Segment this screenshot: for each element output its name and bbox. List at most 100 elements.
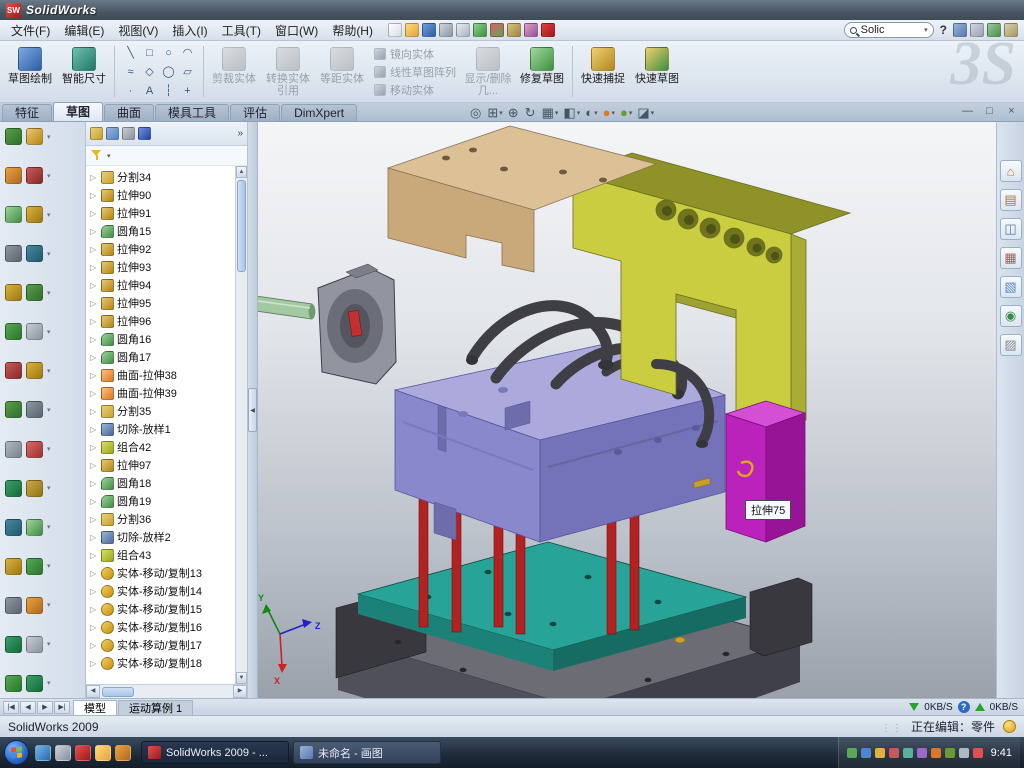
- expand-arrow-icon[interactable]: [90, 227, 98, 236]
- expand-arrow-icon[interactable]: [90, 389, 98, 398]
- graphics-viewport[interactable]: Y Z X 拉伸75: [258, 122, 996, 698]
- menu-item[interactable]: 视图(V): [111, 20, 165, 41]
- tray-icon[interactable]: [973, 748, 983, 758]
- menu-item[interactable]: 帮助(H): [325, 20, 380, 41]
- expand-arrow-icon[interactable]: [90, 173, 98, 182]
- solidworks-launcher-icon[interactable]: [75, 745, 91, 761]
- command-tab[interactable]: 草图: [53, 102, 103, 121]
- flyout-arrow-icon[interactable]: ▾: [47, 367, 51, 375]
- tree-item[interactable]: 拉伸94: [88, 276, 233, 294]
- new-document-icon[interactable]: [388, 23, 402, 37]
- left-tool-icon[interactable]: [5, 128, 22, 145]
- centerline-tool[interactable]: ┆: [159, 81, 178, 100]
- design-library-icon[interactable]: ▤: [1000, 189, 1022, 211]
- left-tool-icon-2[interactable]: [26, 284, 43, 301]
- view-orientation-icon[interactable]: ▦ ▾: [540, 104, 561, 121]
- filter-caret-icon[interactable]: ▾: [107, 152, 111, 160]
- tree-item[interactable]: 实体-移动/复制18: [88, 654, 233, 672]
- expand-arrow-icon[interactable]: [90, 371, 98, 380]
- expand-arrow-icon[interactable]: [90, 245, 98, 254]
- expand-arrow-icon[interactable]: [90, 443, 98, 452]
- tree-item[interactable]: 圆角15: [88, 222, 233, 240]
- expand-arrow-icon[interactable]: [90, 299, 98, 308]
- left-tool-icon[interactable]: [5, 441, 22, 458]
- left-toolbar-item[interactable]: ▾: [2, 636, 83, 653]
- left-toolbar-item[interactable]: ▾: [2, 675, 83, 692]
- file-explorer-icon[interactable]: ◫: [1000, 218, 1022, 240]
- expand-arrow-icon[interactable]: [90, 461, 98, 470]
- tree-item[interactable]: 拉伸96: [88, 312, 233, 330]
- left-tool-icon-2[interactable]: [26, 401, 43, 418]
- green-rod[interactable]: [258, 292, 315, 319]
- pan-icon[interactable]: ⊕: [506, 104, 522, 121]
- expand-arrow-icon[interactable]: [90, 497, 98, 506]
- left-tool-icon[interactable]: [5, 167, 22, 184]
- tree-item[interactable]: 切除-放样2: [88, 528, 233, 546]
- net-help-icon[interactable]: ?: [958, 701, 970, 713]
- left-tool-icon-2[interactable]: [26, 675, 43, 692]
- tree-item[interactable]: 实体-移动/复制13: [88, 564, 233, 582]
- left-toolbar-item[interactable]: ▾: [2, 245, 83, 262]
- rotate-view-icon[interactable]: ↻: [523, 104, 539, 121]
- apply-scene-icon[interactable]: ● ▾: [618, 104, 634, 121]
- internet-resources-icon[interactable]: ◉: [1000, 305, 1022, 327]
- tree-item[interactable]: 圆角16: [88, 330, 233, 348]
- appearances-icon[interactable]: ▧: [1000, 276, 1022, 298]
- hide-show-items-icon[interactable]: ◐ ▾: [583, 104, 599, 121]
- left-tool-icon-2[interactable]: [26, 636, 43, 653]
- left-tool-icon[interactable]: [5, 401, 22, 418]
- left-tool-icon-2[interactable]: [26, 323, 43, 340]
- toolbar-options-icon[interactable]: [953, 23, 967, 37]
- quick-snaps-button[interactable]: 快速捕捉: [577, 43, 629, 100]
- show-desktop-icon[interactable]: [55, 745, 71, 761]
- left-toolbar-item[interactable]: ▾: [2, 206, 83, 223]
- tree-item[interactable]: 曲面-拉伸38: [88, 366, 233, 384]
- arc-tool[interactable]: ◠: [178, 43, 197, 62]
- left-tool-icon-2[interactable]: [26, 206, 43, 223]
- command-tab[interactable]: DimXpert: [281, 104, 357, 121]
- scroll-right-arrow-icon[interactable]: [233, 685, 247, 698]
- expand-arrow-icon[interactable]: [90, 407, 98, 416]
- expand-arrow-icon[interactable]: [90, 659, 98, 668]
- expand-arrow-icon[interactable]: [90, 533, 98, 542]
- custom-properties-icon[interactable]: ▨: [1000, 334, 1022, 356]
- tray-icon[interactable]: [959, 748, 969, 758]
- left-tool-icon[interactable]: [5, 636, 22, 653]
- flyout-arrow-icon[interactable]: ▾: [47, 211, 51, 219]
- tree-item[interactable]: 实体-移动/复制17: [88, 636, 233, 654]
- expand-arrow-icon[interactable]: [90, 569, 98, 578]
- left-tool-icon-2[interactable]: [26, 362, 43, 379]
- left-tool-icon-2[interactable]: [26, 597, 43, 614]
- expand-arrow-icon[interactable]: [90, 605, 98, 614]
- quick-tips-icon[interactable]: [1003, 720, 1016, 733]
- smart-dimension-button[interactable]: 智能尺寸: [58, 43, 110, 100]
- expand-arrow-icon[interactable]: [90, 317, 98, 326]
- tree-item[interactable]: 圆角19: [88, 492, 233, 510]
- media-player-icon[interactable]: [115, 745, 131, 761]
- flyout-arrow-icon[interactable]: ▾: [47, 328, 51, 336]
- command-tab[interactable]: 特征: [2, 104, 52, 121]
- point-tool[interactable]: ·: [121, 81, 140, 100]
- tree-item[interactable]: 分割35: [88, 402, 233, 420]
- left-tool-icon-2[interactable]: [26, 519, 43, 536]
- polygon-tool[interactable]: ◇: [140, 62, 159, 81]
- circle-tool[interactable]: ○: [159, 43, 178, 62]
- left-tool-icon[interactable]: [5, 323, 22, 340]
- filter-funnel-icon[interactable]: [91, 150, 102, 161]
- model-canvas[interactable]: Y Z X: [258, 122, 996, 698]
- offset-entities-button[interactable]: 等距实体: [316, 43, 368, 100]
- left-tool-icon-2[interactable]: [26, 167, 43, 184]
- left-tool-icon[interactable]: [5, 597, 22, 614]
- options-icon[interactable]: [507, 23, 521, 37]
- left-tool-icon-2[interactable]: [26, 441, 43, 458]
- tree-item[interactable]: 拉伸95: [88, 294, 233, 312]
- text-tool[interactable]: A: [140, 81, 159, 100]
- ellipse-tool[interactable]: ◯: [159, 62, 178, 81]
- line-tool[interactable]: ╲: [121, 43, 140, 62]
- command-tab[interactable]: 评估: [230, 104, 280, 121]
- tree-item[interactable]: 曲面-拉伸39: [88, 384, 233, 402]
- scroll-left-arrow-icon[interactable]: [86, 685, 100, 698]
- expand-arrow-icon[interactable]: [90, 551, 98, 560]
- left-tool-icon[interactable]: [5, 284, 22, 301]
- left-tool-icon[interactable]: [5, 362, 22, 379]
